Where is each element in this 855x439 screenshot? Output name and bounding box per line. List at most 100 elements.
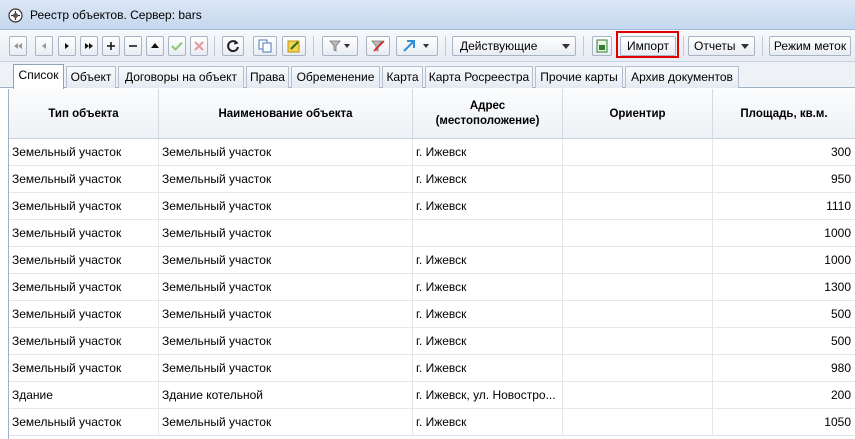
check-icon: [171, 41, 183, 51]
cell-address: г. Ижевск: [413, 193, 563, 220]
table-row[interactable]: Земельный участок Земельный участок г. Иже…: [9, 247, 855, 274]
add-record-button[interactable]: [102, 36, 120, 56]
cell-area: 1000: [713, 247, 855, 274]
cell-name: Земельный участок: [159, 193, 413, 220]
table-row[interactable]: Здание Здание котельной г. Ижевск, ул. Нов…: [9, 382, 855, 409]
clear-filter-icon: [371, 40, 385, 52]
tab-object[interactable]: Объект: [66, 66, 116, 88]
table-row[interactable]: Земельный участок Земельный участок г. Иже…: [9, 328, 855, 355]
last-icon: [85, 43, 93, 49]
separator: [445, 36, 446, 56]
title-bar: Реестр объектов. Сервер: bars: [0, 0, 855, 30]
copy-button[interactable]: [253, 36, 277, 56]
excel-export-button[interactable]: [592, 36, 612, 56]
up-icon: [151, 43, 159, 48]
next-icon: [65, 43, 69, 49]
header-landmark[interactable]: Ориентир: [563, 89, 713, 139]
tab-map[interactable]: Карта: [382, 66, 423, 88]
status-filter-select[interactable]: Действующие: [452, 36, 576, 56]
cell-landmark: [563, 166, 713, 193]
cell-name: Земельный участок: [159, 355, 413, 382]
last-record-button[interactable]: [80, 36, 98, 56]
tags-mode-button[interactable]: Режим меток: [769, 36, 851, 56]
cell-landmark: [563, 301, 713, 328]
cell-type: Земельный участок: [9, 193, 159, 220]
tab-encumbrance[interactable]: Обременение: [291, 66, 380, 88]
table-row[interactable]: Земельный участок Земельный участок г. Иже…: [9, 166, 855, 193]
cell-address: [413, 220, 563, 247]
cell-type: Здание: [9, 382, 159, 409]
cancel-icon: [194, 41, 204, 51]
reports-dropdown-button[interactable]: Отчеты: [688, 36, 755, 56]
table-row[interactable]: Земельный участок Земельный участок г. Иже…: [9, 355, 855, 382]
cell-type: Земельный участок: [9, 247, 159, 274]
header-type[interactable]: Тип объекта: [9, 89, 159, 139]
cell-type: Земельный участок: [9, 274, 159, 301]
cell-area: 1050: [713, 409, 855, 436]
header-address[interactable]: Адрес (местоположение): [413, 89, 563, 139]
tab-documents-archive[interactable]: Архив документов: [625, 66, 739, 88]
table-row[interactable]: Земельный участок Земельный участок 1000: [9, 220, 855, 247]
table-row[interactable]: Земельный участок Земельный участок г. Иже…: [9, 139, 855, 166]
status-filter-value: Действующие: [460, 39, 538, 53]
cell-name: Земельный участок: [159, 274, 413, 301]
cell-area: 500: [713, 301, 855, 328]
excel-icon: [596, 39, 608, 53]
tab-other-maps[interactable]: Прочие карты: [535, 66, 623, 88]
cell-address: г. Ижевск: [413, 139, 563, 166]
navigate-dropdown-button[interactable]: [396, 36, 438, 56]
next-record-button[interactable]: [58, 36, 76, 56]
separator: [583, 36, 584, 56]
cell-type: Земельный участок: [9, 355, 159, 382]
prev-record-button[interactable]: [35, 36, 53, 56]
refresh-icon: [227, 40, 239, 53]
cell-address: г. Ижевск: [413, 274, 563, 301]
cell-address: г. Ижевск: [413, 166, 563, 193]
table-header: Тип объекта Наименование объекта Адрес (ме…: [9, 89, 855, 139]
cell-name: Земельный участок: [159, 220, 413, 247]
cell-address: г. Ижевск: [413, 328, 563, 355]
delete-record-button[interactable]: [124, 36, 142, 56]
cell-type: Земельный участок: [9, 301, 159, 328]
cell-landmark: [563, 328, 713, 355]
post-record-button[interactable]: [168, 36, 186, 56]
cell-landmark: [563, 355, 713, 382]
refresh-button[interactable]: [222, 36, 244, 56]
separator: [683, 36, 684, 56]
separator: [214, 36, 215, 56]
cell-area: 950: [713, 166, 855, 193]
add-icon: [107, 42, 115, 50]
header-name[interactable]: Наименование объекта: [159, 89, 413, 139]
cell-area: 1300: [713, 274, 855, 301]
remove-icon: [129, 45, 137, 47]
filter-dropdown-button[interactable]: [322, 36, 358, 56]
tab-list[interactable]: Список: [13, 64, 64, 89]
first-record-button[interactable]: [9, 36, 27, 56]
cancel-record-button[interactable]: [190, 36, 208, 56]
table-row[interactable]: Земельный участок Земельный участок г. Иже…: [9, 193, 855, 220]
table-row[interactable]: Земельный участок Земельный участок г. Иже…: [9, 409, 855, 436]
objects-table[interactable]: Тип объекта Наименование объекта Адрес (ме…: [8, 89, 855, 439]
cell-address: г. Ижевск: [413, 301, 563, 328]
cell-area: 200: [713, 382, 855, 409]
cell-area: 1000: [713, 220, 855, 247]
cell-name: Земельный участок: [159, 247, 413, 274]
table-row[interactable]: Земельный участок Земельный участок г. Иже…: [9, 301, 855, 328]
edit-properties-button[interactable]: [282, 36, 306, 56]
header-area[interactable]: Площадь, кв.м.: [713, 89, 855, 139]
tab-rights[interactable]: Права: [246, 66, 289, 88]
chevron-down-icon: [741, 44, 749, 49]
copy-icon: [258, 39, 272, 53]
tab-contracts[interactable]: Договоры на объект: [118, 66, 244, 88]
tab-rosreestr-map[interactable]: Карта Росреестра: [425, 66, 533, 88]
edit-record-button[interactable]: [146, 36, 164, 56]
cell-landmark: [563, 247, 713, 274]
table-row[interactable]: Земельный участок Земельный участок г. Иже…: [9, 274, 855, 301]
cell-type: Земельный участок: [9, 328, 159, 355]
cell-name: Земельный участок: [159, 301, 413, 328]
first-icon: [14, 43, 22, 49]
cell-address: г. Ижевск: [413, 355, 563, 382]
cell-name: Земельный участок: [159, 409, 413, 436]
cell-type: Земельный участок: [9, 166, 159, 193]
clear-filter-button[interactable]: [366, 36, 390, 56]
